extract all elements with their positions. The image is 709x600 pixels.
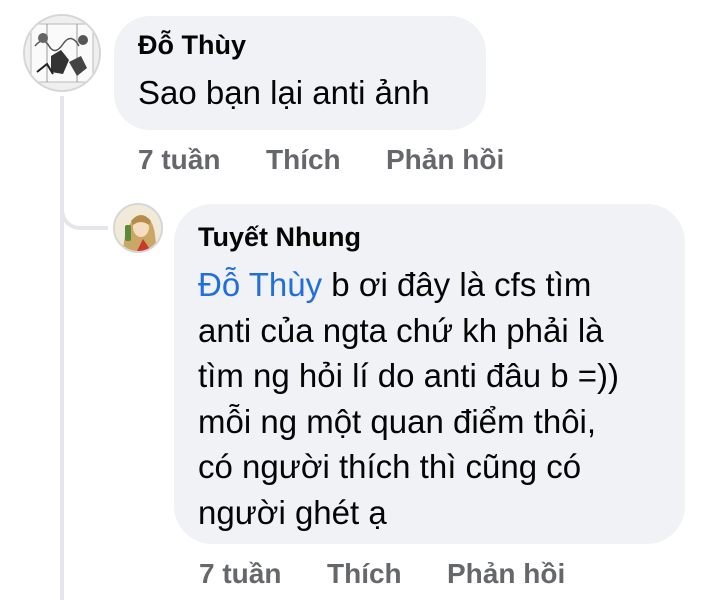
reply-line-1-text: b ơi đây là cfs tìm [322, 266, 592, 303]
reply-like-button[interactable]: Thích [327, 558, 402, 590]
avatar-tuyet-nhung[interactable] [113, 203, 163, 253]
reply-time[interactable]: 7 tuần [199, 558, 281, 590]
reply-line-1: Đỗ Thùy b ơi đây là cfs tìm [198, 262, 619, 308]
comment-author[interactable]: Đỗ Thùy [138, 30, 246, 61]
mention-link[interactable]: Đỗ Thùy [198, 266, 322, 303]
avatar-image [25, 16, 99, 90]
reply-connector [60, 186, 108, 230]
reply-text: Đỗ Thùy b ơi đây là cfs tìm anti của ngt… [198, 262, 619, 535]
reply-line-5: có người thích thì cũng có [198, 448, 582, 485]
reply-bubble: Tuyết Nhung Đỗ Thùy b ơi đây là cfs tìm … [174, 204, 685, 544]
reply-reply-button[interactable]: Phản hồi [447, 558, 565, 590]
comment-reply-button[interactable]: Phản hồi [386, 144, 504, 176]
comment-time[interactable]: 7 tuần [138, 144, 220, 176]
reply-line-3: tìm ng hỏi lí do anti đâu b =)) [198, 357, 619, 394]
comment-like-button[interactable]: Thích [266, 144, 341, 176]
comment-bubble: Đỗ Thùy Sao bạn lại anti ảnh [114, 16, 486, 130]
reply-line-2: anti của ngta chứ kh phải là [198, 311, 604, 349]
reply-author[interactable]: Tuyết Nhung [198, 222, 361, 253]
comment-text: Sao bạn lại anti ảnh [138, 74, 430, 111]
avatar-do-thuy[interactable] [23, 14, 101, 92]
reply-line-4: mỗi ng một quan điểm thôi, [198, 402, 597, 440]
thread-line [60, 96, 64, 600]
avatar-image [115, 205, 161, 251]
reply-line-6: người ghét ạ [198, 493, 387, 531]
